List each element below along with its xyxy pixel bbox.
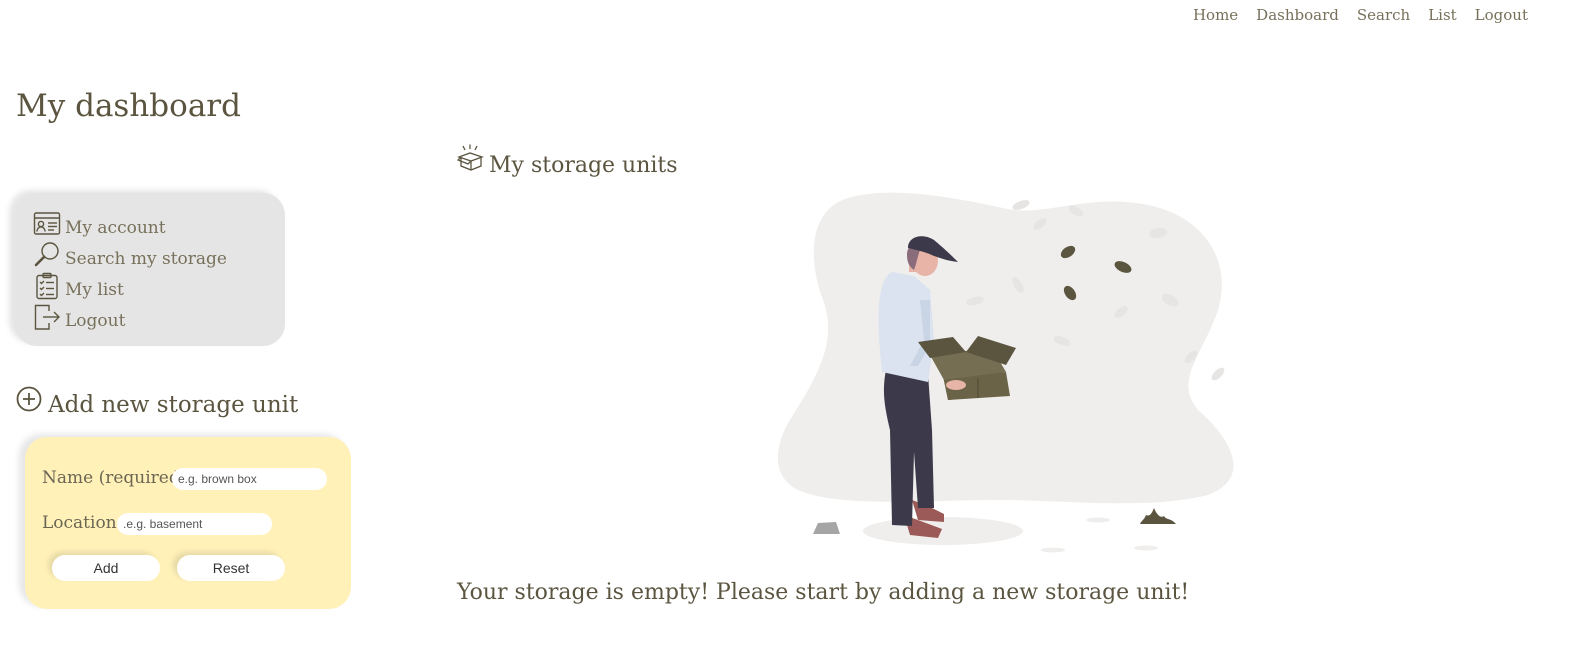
storage-units-heading: My storage units [456, 144, 678, 178]
name-input[interactable] [172, 468, 327, 490]
id-card-icon [33, 210, 61, 238]
name-label: Name (required): [42, 468, 193, 488]
sidebar-item-label: My list [65, 280, 124, 300]
page-title: My dashboard [16, 88, 241, 124]
top-nav: Home Dashboard Search List Logout [1193, 6, 1528, 24]
nav-list[interactable]: List [1428, 6, 1456, 24]
add-unit-form: Name (required): Location: Add Reset [25, 437, 351, 609]
sidebar-item-label: Logout [65, 311, 126, 331]
sidebar-item-my-list[interactable]: My list [33, 272, 124, 300]
empty-storage-illustration [778, 192, 1234, 553]
sidebar-item-logout[interactable]: Logout [33, 303, 125, 331]
nav-search[interactable]: Search [1357, 6, 1410, 24]
clipboard-checklist-icon [33, 272, 61, 300]
magnifier-icon [33, 241, 61, 269]
nav-home[interactable]: Home [1193, 6, 1238, 24]
dashboard-menu: My account Search my storage My list Log… [15, 193, 285, 346]
storage-units-title: My storage units [489, 153, 678, 178]
sidebar-item-label: My account [65, 218, 166, 238]
sidebar-item-my-account[interactable]: My account [33, 210, 166, 238]
open-box-icon [456, 144, 485, 178]
location-input[interactable] [117, 513, 272, 535]
location-label: Location: [42, 513, 123, 533]
add-unit-heading: Add new storage unit [16, 386, 298, 418]
plus-circle-icon [16, 386, 44, 418]
nav-logout[interactable]: Logout [1475, 6, 1528, 24]
add-unit-title: Add new storage unit [48, 392, 299, 418]
empty-storage-message: Your storage is empty! Please start by a… [457, 580, 1190, 605]
exit-door-icon [33, 303, 61, 331]
add-button[interactable]: Add [52, 555, 160, 581]
nav-dashboard[interactable]: Dashboard [1256, 6, 1339, 24]
reset-button[interactable]: Reset [177, 555, 285, 581]
sidebar-item-label: Search my storage [65, 249, 227, 269]
sidebar-item-search-storage[interactable]: Search my storage [33, 241, 227, 269]
